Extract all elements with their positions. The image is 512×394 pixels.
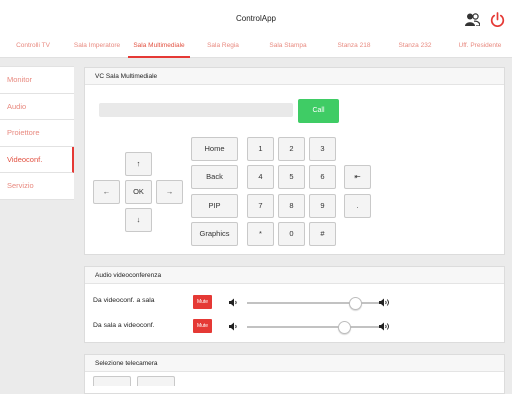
key-5[interactable]: 5 <box>278 165 305 189</box>
camera-panel-title: Selezione telecamera <box>85 355 504 372</box>
dot-button[interactable]: . <box>344 194 371 218</box>
room-tabs: Controlli TV Sala Imperatore Sala Multim… <box>0 36 512 58</box>
audio-panel: Audio videoconferenza Da videoconf. a sa… <box>84 266 505 343</box>
tab-sala-stampa[interactable]: Sala Stampa <box>260 36 316 58</box>
audio-row-label: Da sala a videoconf. <box>93 322 155 329</box>
sidebar-item-videoconf[interactable]: Videoconf. <box>0 146 74 174</box>
key-8[interactable]: 8 <box>278 194 305 218</box>
camera-select-button[interactable] <box>137 376 175 386</box>
volume-slider-knob[interactable] <box>349 296 363 310</box>
sidebar-item-monitor[interactable]: Monitor <box>0 67 74 94</box>
key-7[interactable]: 7 <box>247 194 274 218</box>
graphics-button[interactable]: Graphics <box>191 222 238 246</box>
sidebar-item-servizio[interactable]: Servizio <box>0 173 74 200</box>
dpad-down-button[interactable]: ↓ <box>125 208 152 232</box>
tab-sala-multimediale[interactable]: Sala Multimediale <box>128 36 190 58</box>
key-6[interactable]: 6 <box>309 165 336 189</box>
mute-button[interactable]: Mute <box>193 319 212 333</box>
top-bar: ControlApp <box>0 0 512 36</box>
key-star[interactable]: * <box>247 222 274 246</box>
audio-panel-title: Audio videoconferenza <box>85 267 504 284</box>
key-3[interactable]: 3 <box>309 137 336 161</box>
back-button[interactable]: Back <box>191 165 238 189</box>
vc-panel-title: VC Sala Multimediale <box>85 68 504 85</box>
key-2[interactable]: 2 <box>278 137 305 161</box>
volume-high-icon <box>379 298 389 307</box>
camera-select-button[interactable] <box>93 376 131 386</box>
tab-controlli-tv[interactable]: Controlli TV <box>8 36 58 58</box>
volume-slider-track[interactable] <box>247 326 381 328</box>
pip-button[interactable]: PIP <box>191 194 238 218</box>
users-icon[interactable] <box>465 13 480 26</box>
vc-panel: VC Sala Multimediale Call ↑ ← OK → ↓ Hom… <box>84 67 505 255</box>
tab-uff-presidente[interactable]: Uff. Presidente <box>452 36 508 58</box>
call-button[interactable]: Call <box>298 99 339 123</box>
key-hash[interactable]: # <box>309 222 336 246</box>
home-button[interactable]: Home <box>191 137 238 161</box>
volume-low-icon <box>229 322 237 331</box>
tab-sala-imperatore[interactable]: Sala Imperatore <box>68 36 126 58</box>
tab-sala-regia[interactable]: Sala Regia <box>200 36 246 58</box>
dpad-up-button[interactable]: ↑ <box>125 152 152 176</box>
sidebar-item-audio[interactable]: Audio <box>0 94 74 121</box>
dial-number-field[interactable] <box>99 103 293 117</box>
key-0[interactable]: 0 <box>278 222 305 246</box>
backspace-button[interactable]: ⇤ <box>344 165 371 189</box>
volume-slider-knob[interactable] <box>338 320 352 334</box>
audio-row-label: Da videoconf. a sala <box>93 297 155 304</box>
tab-stanza-218[interactable]: Stanza 218 <box>330 36 378 58</box>
power-icon[interactable] <box>490 12 505 27</box>
dpad-left-button[interactable]: ← <box>93 180 120 204</box>
tab-stanza-232[interactable]: Stanza 232 <box>391 36 439 58</box>
sidebar-item-proiettore[interactable]: Proiettore <box>0 120 74 147</box>
key-4[interactable]: 4 <box>247 165 274 189</box>
dpad-ok-button[interactable]: OK <box>125 180 152 204</box>
camera-panel: Selezione telecamera <box>84 354 505 394</box>
volume-high-icon <box>379 322 389 331</box>
dpad-right-button[interactable]: → <box>156 180 183 204</box>
key-1[interactable]: 1 <box>247 137 274 161</box>
volume-low-icon <box>229 298 237 307</box>
mute-button[interactable]: Mute <box>193 295 212 309</box>
sidebar: Monitor Audio Proiettore Videoconf. Serv… <box>0 66 74 200</box>
app-title: ControlApp <box>235 14 277 23</box>
key-9[interactable]: 9 <box>309 194 336 218</box>
